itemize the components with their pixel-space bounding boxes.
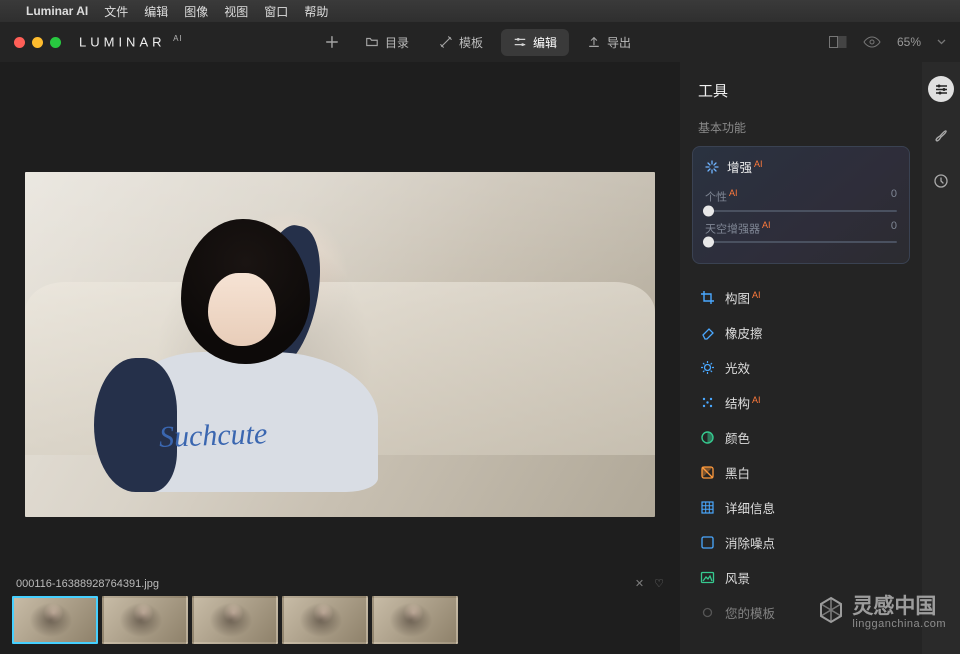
thumbnail[interactable] [372, 596, 458, 644]
titlebar-right: 65% [829, 35, 946, 49]
sparkle-icon [705, 160, 719, 174]
maximize-icon[interactable] [50, 37, 61, 48]
sliders-icon [513, 35, 527, 49]
enhance-card[interactable]: 增强AI 个性AI 0 天空增强器AI 0 [692, 146, 910, 264]
nav-export-label: 导出 [607, 34, 631, 51]
menu-view[interactable]: 视图 [224, 3, 248, 20]
menu-file[interactable]: 文件 [104, 3, 128, 20]
compare-icon[interactable] [829, 36, 847, 48]
slider-label: 天空增强器AI [705, 220, 771, 237]
nav-edit-label: 编辑 [533, 34, 557, 51]
rail-brush-icon[interactable] [928, 122, 954, 148]
slider-label: 个性AI [705, 188, 738, 205]
app-name[interactable]: Luminar AI [26, 4, 88, 18]
thumbnail[interactable] [12, 596, 98, 644]
tool-label: 颜色 [725, 428, 750, 447]
tool-label: 您的模板 [725, 603, 775, 622]
tool-composition[interactable]: 构图AI [680, 280, 922, 315]
close-icon[interactable]: ✕ [635, 577, 644, 590]
rail-history-icon[interactable] [928, 168, 954, 194]
tool-label: 结构AI [725, 393, 761, 412]
menu-window[interactable]: 窗口 [264, 3, 288, 20]
window-controls [14, 37, 61, 48]
nav-templates-label: 模板 [459, 34, 483, 51]
file-row: 000116-16388928764391.jpg ✕ ♡ [0, 569, 680, 594]
slider-sky-enhancer[interactable]: 天空增强器AI 0 [705, 220, 897, 244]
add-button[interactable] [317, 30, 347, 54]
titlebar: LUMINAR AI 目录 模板 编辑 导出 [0, 22, 960, 62]
rail-adjust-icon[interactable] [928, 76, 954, 102]
grid-icon [700, 500, 715, 515]
heart-icon[interactable]: ♡ [654, 577, 664, 590]
tool-your-templates[interactable]: 您的模板 [680, 595, 922, 630]
section-basic-label: 基本功能 [680, 115, 922, 146]
crop-icon [700, 290, 715, 305]
tools-panel: 工具 基本功能 增强AI 个性AI 0 [680, 62, 960, 654]
thumbnail-strip [0, 594, 680, 654]
nav-catalog-label: 目录 [385, 34, 409, 51]
thumbnail[interactable] [102, 596, 188, 644]
chevron-down-icon[interactable] [937, 39, 946, 45]
close-icon[interactable] [14, 37, 25, 48]
slider-value: 0 [891, 220, 897, 237]
nav-export[interactable]: 导出 [575, 29, 643, 56]
tool-label: 构图AI [725, 288, 761, 307]
mac-menubar: Luminar AI 文件 编辑 图像 视图 窗口 帮助 [0, 0, 960, 22]
tool-color[interactable]: 颜色 [680, 420, 922, 455]
tool-label: 黑白 [725, 463, 750, 482]
tool-label: 橡皮擦 [725, 323, 763, 342]
slider-personality[interactable]: 个性AI 0 [705, 188, 897, 212]
tool-denoise[interactable]: 消除噪点 [680, 525, 922, 560]
panel-title: 工具 [680, 76, 922, 115]
shirt-text: Suchcute [158, 417, 267, 455]
tool-label: 详细信息 [725, 498, 775, 517]
tool-landscape[interactable]: 风景 [680, 560, 922, 595]
wand-icon [439, 35, 453, 49]
side-rail [922, 62, 960, 654]
app-logo: LUMINAR AI [79, 34, 183, 49]
tool-label: 消除噪点 [725, 533, 775, 552]
eraser-icon [700, 325, 715, 340]
photo-preview[interactable]: Suchcute [25, 172, 655, 517]
sun-icon [700, 360, 715, 375]
structure-icon [700, 395, 715, 410]
filename: 000116-16388928764391.jpg [16, 578, 159, 590]
menu-help[interactable]: 帮助 [304, 3, 328, 20]
tool-eraser[interactable]: 橡皮擦 [680, 315, 922, 350]
menu-edit[interactable]: 编辑 [144, 3, 168, 20]
nav-templates[interactable]: 模板 [427, 29, 495, 56]
eye-icon[interactable] [863, 36, 881, 48]
app-window: LUMINAR AI 目录 模板 编辑 导出 [0, 22, 960, 654]
dot-icon [700, 605, 715, 620]
color-icon [700, 430, 715, 445]
thumbnail[interactable] [282, 596, 368, 644]
folder-icon [365, 35, 379, 49]
tool-bw[interactable]: 黑白 [680, 455, 922, 490]
landscape-icon [700, 570, 715, 585]
enhance-label: 增强AI [727, 157, 763, 176]
tool-light[interactable]: 光效 [680, 350, 922, 385]
minimize-icon[interactable] [32, 37, 43, 48]
bw-icon [700, 465, 715, 480]
nav-catalog[interactable]: 目录 [353, 29, 421, 56]
tool-list: 构图AI 橡皮擦 光效 结构AI [680, 274, 922, 630]
top-nav: 目录 模板 编辑 导出 [317, 29, 643, 56]
zoom-level[interactable]: 65% [897, 35, 921, 49]
tool-label: 风景 [725, 568, 750, 587]
export-icon [587, 35, 601, 49]
thumbnail[interactable] [192, 596, 278, 644]
tool-label: 光效 [725, 358, 750, 377]
canvas-area: Suchcute 000116-16388928764391.jpg ✕ ♡ [0, 62, 680, 654]
content: Suchcute 000116-16388928764391.jpg ✕ ♡ [0, 62, 960, 654]
menu-image[interactable]: 图像 [184, 3, 208, 20]
denoise-icon [700, 535, 715, 550]
nav-edit[interactable]: 编辑 [501, 29, 569, 56]
tool-structure[interactable]: 结构AI [680, 385, 922, 420]
slider-value: 0 [891, 188, 897, 205]
tool-detail[interactable]: 详细信息 [680, 490, 922, 525]
canvas[interactable]: Suchcute [16, 82, 664, 569]
plus-icon [325, 35, 339, 49]
